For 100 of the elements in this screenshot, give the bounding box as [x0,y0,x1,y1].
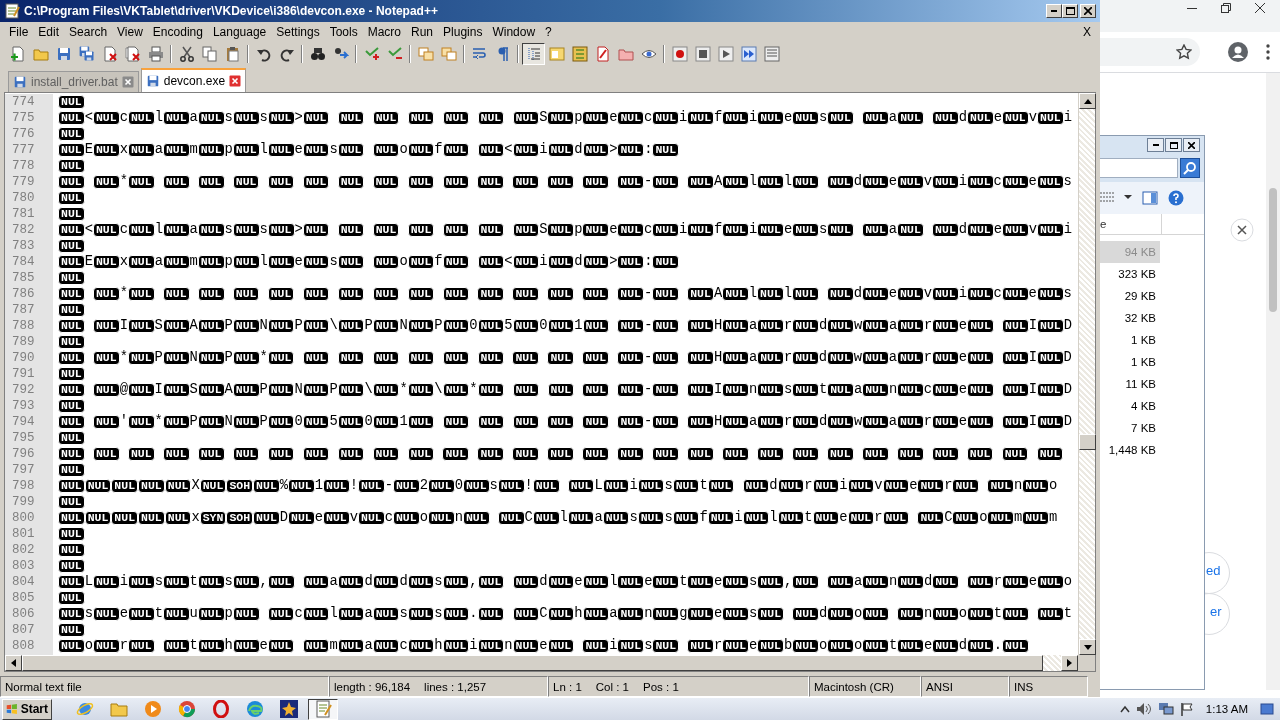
account-icon[interactable] [1228,42,1248,62]
control-char-marker: NUL [92,111,120,125]
link-text[interactable]: er [1210,604,1222,619]
control-char-marker: NUL [407,223,435,237]
menu-item[interactable]: Encoding [147,23,208,41]
menu-item[interactable]: View [112,23,148,41]
file-size[interactable]: 32 KB [1100,307,1160,329]
menu-item[interactable]: Macro [362,23,406,41]
control-char-marker: NUL [127,319,155,333]
menu-item[interactable]: Language [207,23,272,41]
minimize-icon[interactable] [1187,7,1197,9]
control-char-marker: NUL [337,607,365,621]
code-text: D [279,510,289,526]
file-size[interactable]: 1 KB [1100,351,1160,373]
clock-text[interactable]: 1:13 AM [1205,703,1248,715]
menu-item[interactable]: Settings [271,23,325,41]
control-char-marker: NUL [162,351,190,365]
control-char-marker: NUL [232,575,260,589]
vertical-scrollbar[interactable] [1266,73,1280,690]
control-char-marker: NUL [617,223,645,237]
left-arrow-icon[interactable] [11,659,16,667]
preview-pane-icon[interactable] [1142,190,1158,206]
code-text: a [748,350,758,366]
control-char-marker: NUL [582,175,609,189]
tab[interactable]: devcon.exe [140,68,247,92]
file-size[interactable]: 7 KB [1100,417,1160,439]
minimize-button[interactable] [1046,4,1062,18]
code-text: P [224,318,233,334]
down-arrow-icon[interactable] [1083,644,1092,650]
control-char-marker: NUL [672,479,700,493]
control-char-marker: NUL [92,607,120,621]
menu-icon[interactable] [1266,44,1270,60]
start-button[interactable]: Start [2,698,52,720]
right-arrow-icon[interactable] [1067,659,1072,667]
close-button[interactable] [1080,4,1096,18]
network-icon[interactable] [1157,702,1174,716]
line-number: 800 [12,510,36,526]
control-char-marker: NUL [687,639,715,653]
maximize-button[interactable] [1062,4,1078,18]
file-size[interactable]: 323 KB [1100,263,1160,285]
control-char-marker: NUL [932,223,959,237]
code-text: e [888,174,897,190]
file-size[interactable]: 29 KB [1100,285,1160,307]
toolbar-button[interactable] [522,43,545,65]
menu-item[interactable]: Plugins [438,23,488,41]
scrollbar-thumb[interactable] [1269,188,1277,312]
restore-icon[interactable] [1221,3,1231,13]
menu-item[interactable]: Search [64,23,113,41]
flag-icon[interactable] [1179,702,1194,716]
close-document-button[interactable]: X [1078,23,1096,41]
scrollbar-thumb[interactable] [1079,434,1096,450]
code-text: > [609,142,618,158]
menu-item[interactable]: Window [487,23,541,41]
search-field[interactable] [1100,158,1178,178]
file-size[interactable]: 4 KB [1100,395,1160,417]
control-char-marker: NUL [792,383,819,397]
link-text[interactable]: ed [1206,563,1221,578]
code-text: f [434,254,443,270]
code-text: i [749,110,758,126]
maximize-icon[interactable] [1169,141,1178,149]
control-char-marker: NUL [722,223,749,237]
line-number: 785 [12,270,36,286]
address-field[interactable] [1100,38,1200,66]
up-arrow-icon[interactable] [1083,98,1092,104]
file-size[interactable]: 1,448 KB [1100,439,1160,461]
control-char-marker: NUL [392,511,420,525]
control-char-marker: NUL [477,447,505,461]
control-char-marker: NUL [547,111,575,125]
code-text: e [958,350,967,366]
minimize-icon[interactable] [1152,144,1159,146]
search-icon[interactable] [1183,161,1197,175]
menu-item[interactable]: Run [406,23,439,41]
code-text: I [1028,350,1037,366]
show-desktop-icon[interactable] [1260,702,1274,716]
star-icon[interactable] [1176,44,1192,60]
code-text: ' [119,414,128,430]
file-size[interactable]: 11 KB [1100,373,1160,395]
close-icon[interactable] [1255,3,1265,13]
menu-item[interactable]: Tools [324,23,363,41]
control-char-marker: NUL [58,303,85,317]
code-text: % [279,478,289,494]
menu-item[interactable]: ? [540,23,557,41]
help-icon[interactable] [1168,190,1184,206]
code-text: s [664,478,673,494]
control-char-marker: NUL [358,511,385,525]
chevron-up-icon[interactable] [1119,705,1130,713]
code-text: o [853,638,863,654]
tab[interactable]: install_driver.bat [8,71,139,92]
code-text: - [644,350,653,366]
control-char-marker: NUL [127,607,155,621]
menu-item[interactable]: Edit [33,23,65,41]
taskbar-button[interactable] [308,698,338,720]
file-size[interactable]: 1 KB [1100,329,1160,351]
speaker-icon[interactable] [1135,702,1152,716]
control-char-marker: NUL [827,415,854,429]
close-icon[interactable] [1188,141,1195,149]
control-char-marker: NUL [197,607,225,621]
menu-item[interactable]: File [4,23,34,41]
vertical-scrollbar[interactable] [1078,93,1095,655]
code-text: d [539,574,548,590]
